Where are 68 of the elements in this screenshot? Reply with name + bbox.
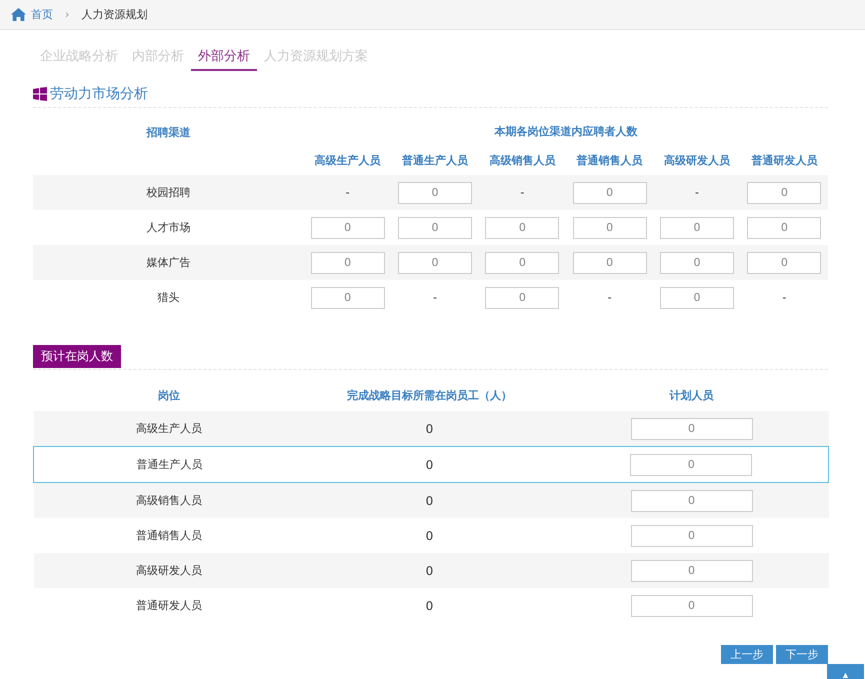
empty-marker: -: [782, 291, 786, 304]
windows-icon: [33, 87, 47, 101]
row-label: 校园招聘: [146, 186, 190, 199]
number-field[interactable]: 0: [310, 286, 385, 308]
table-cell: 0: [426, 528, 434, 542]
column-group-header: 本期各岗位渠道内应聘者人数: [494, 125, 638, 138]
column-header: 高级研发人员: [664, 154, 730, 167]
number-field[interactable]: 0: [572, 182, 647, 204]
column-header: 普通生产人员: [402, 154, 468, 167]
empty-marker: -: [694, 186, 699, 199]
column-header: 高级生产人员: [314, 154, 381, 167]
number-field[interactable]: 0: [310, 216, 385, 238]
number-field[interactable]: 0: [630, 594, 752, 616]
number-field[interactable]: 0: [485, 216, 560, 238]
number-field[interactable]: 0: [572, 252, 647, 274]
number-field[interactable]: 0: [398, 216, 472, 238]
tab[interactable]: 外部分析: [191, 44, 257, 71]
number-field[interactable]: 0: [747, 182, 822, 204]
number-field[interactable]: 0: [485, 286, 560, 308]
number-field[interactable]: 0: [660, 252, 734, 274]
row-label: 猎头: [158, 291, 180, 304]
column-header: 高级销售人员: [489, 154, 556, 167]
row-label: 高级销售人员: [136, 494, 202, 507]
table-cell: 0: [426, 598, 434, 612]
number-field[interactable]: 0: [630, 454, 752, 476]
row-label: 媒体广告: [146, 256, 190, 269]
column-header: 岗位: [158, 388, 180, 402]
table-cell: 0: [426, 564, 434, 578]
row-label: 普通销售人员: [136, 529, 202, 542]
number-field[interactable]: 0: [747, 252, 822, 274]
scroll-top-button[interactable]: ▲: [827, 664, 864, 679]
separator: ›: [65, 8, 70, 21]
home-link[interactable]: 首页: [31, 7, 53, 22]
number-field[interactable]: 0: [630, 524, 752, 546]
empty-marker: -: [608, 291, 612, 304]
next-button[interactable]: 下一步: [776, 645, 828, 664]
row-label: 人才市场: [146, 221, 190, 234]
row-label: 普通生产人员: [136, 458, 202, 471]
empty-marker: -: [433, 291, 437, 304]
number-field[interactable]: 0: [572, 216, 647, 238]
row-label: 高级研发人员: [136, 564, 202, 577]
section-label: 预计在岗人数: [33, 345, 121, 368]
number-field[interactable]: 0: [310, 252, 385, 274]
empty-marker: -: [520, 186, 524, 199]
column-header: 计划人员: [670, 388, 714, 402]
column-header: 普通研发人员: [751, 154, 818, 167]
section-title: 劳动力市场分析: [50, 85, 148, 103]
number-field[interactable]: 0: [398, 182, 472, 204]
number-field[interactable]: 0: [660, 216, 734, 238]
table-cell: 0: [426, 494, 434, 508]
column-header: 完成战略目标所需在岗员工（人）: [347, 388, 512, 402]
number-field[interactable]: 0: [630, 560, 752, 582]
current-page: 人力资源规划: [81, 7, 148, 22]
column-header: 招聘渠道: [146, 126, 190, 139]
empty-marker: -: [346, 186, 350, 199]
previous-button[interactable]: 上一步: [721, 645, 773, 664]
row-label: 普通研发人员: [136, 599, 202, 612]
number-field[interactable]: 0: [630, 490, 752, 512]
table-cell: 0: [426, 458, 434, 472]
row-label: 高级生产人员: [136, 422, 202, 435]
number-field[interactable]: 0: [485, 252, 560, 274]
number-field[interactable]: 0: [630, 418, 752, 440]
number-field[interactable]: 0: [398, 252, 472, 274]
number-field[interactable]: 0: [747, 216, 822, 238]
column-header: 普通销售人员: [576, 154, 643, 167]
number-field[interactable]: 0: [660, 286, 734, 308]
home-icon: [11, 8, 26, 21]
table-cell: 0: [426, 422, 434, 436]
